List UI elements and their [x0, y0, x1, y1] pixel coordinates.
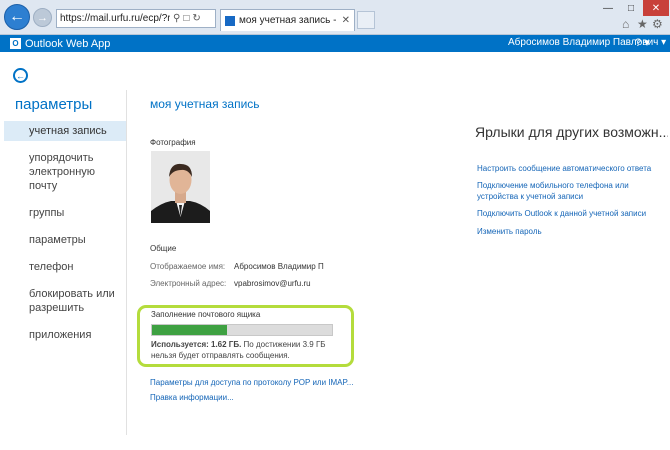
sidebar-divider [126, 90, 127, 435]
sidebar-item-settings[interactable]: параметры [4, 230, 126, 250]
close-tab-icon[interactable]: ✕ [342, 15, 350, 26]
tab-title: моя учетная запись - Outl... [239, 15, 338, 26]
browser-toolbar: ← → https://mail.urfu.ru/ecp/?rfr=owa ⚲ … [0, 0, 670, 35]
minimize-button[interactable]: — [597, 0, 619, 16]
browser-tab[interactable]: моя учетная запись - Outl... ✕ [220, 9, 355, 31]
quota-used: Используется: 1.62 ГБ. [151, 340, 242, 349]
maximize-button[interactable]: □ [620, 0, 642, 16]
sidebar-item-account[interactable]: учетная запись [4, 121, 126, 141]
back-button[interactable]: ← [4, 4, 30, 30]
new-tab-button[interactable] [357, 11, 375, 29]
quota-title: Заполнение почтового ящика [151, 310, 261, 319]
connect-outlook-link[interactable]: Подключить Outlook к данной учетной запи… [477, 208, 662, 219]
app-title: Outlook Web App [25, 37, 111, 50]
back-arrow-icon[interactable]: ← [13, 68, 28, 83]
page-title: моя учетная запись [150, 97, 260, 111]
auto-reply-link[interactable]: Настроить сообщение автоматического отве… [477, 163, 662, 174]
sidebar-item-phone[interactable]: телефон [4, 257, 126, 277]
home-icon[interactable]: ⌂ [622, 17, 629, 31]
user-photo[interactable] [151, 151, 210, 223]
favorites-icon[interactable]: ★ [637, 17, 648, 31]
owa-header: O Outlook Web App Абросимов Владимир Пав… [0, 35, 670, 52]
help-chevron-down-icon[interactable]: ▾ [644, 37, 650, 49]
arrow-right-icon: → [37, 11, 48, 24]
sidebar-item-block-allow[interactable]: блокировать или разрешить [4, 284, 126, 318]
email-value: vpabrosimov@urfu.ru [234, 279, 311, 288]
pop-imap-link[interactable]: Параметры для доступа по протоколу POP и… [150, 378, 353, 387]
arrow-left-icon: ← [9, 8, 25, 25]
photo-label: Фотография [150, 138, 196, 147]
edit-info-link[interactable]: Правка информации... [150, 393, 234, 402]
shortcuts-title: Ярлыки для других возможн... [475, 124, 668, 140]
sidebar-item-apps[interactable]: приложения [4, 325, 126, 345]
change-password-link[interactable]: Изменить пароль [477, 226, 662, 237]
search-icon[interactable]: ⚲ [173, 13, 180, 24]
outlook-favicon [225, 15, 235, 26]
general-label: Общие [150, 244, 177, 253]
help-label[interactable]: ? [635, 37, 641, 49]
address-bar[interactable]: https://mail.urfu.ru/ecp/?rfr=owa ⚲ □ ↻ [56, 9, 216, 28]
close-window-button[interactable]: ✕ [643, 0, 669, 16]
sidebar-title: параметры [15, 96, 93, 113]
email-label: Электронный адрес: [150, 279, 227, 288]
quota-progress-bar [151, 324, 333, 336]
quota-progress-fill [152, 325, 227, 335]
gear-icon[interactable]: ⚙ [652, 17, 663, 31]
connect-phone-link[interactable]: Подключение мобильного телефона или устр… [477, 180, 662, 202]
chevron-down-icon[interactable]: ▾ [661, 37, 666, 48]
forward-button[interactable]: → [33, 8, 52, 27]
sidebar-nav: учетная запись упорядочить электронную п… [4, 121, 126, 352]
outlook-logo-icon: O [10, 38, 21, 49]
refresh-icon[interactable]: ↻ [192, 13, 200, 24]
display-name-value: Абросимов Владимир П [234, 262, 324, 271]
sidebar-item-organize-email[interactable]: упорядочить электронную почту [4, 148, 126, 196]
help-button[interactable]: ? ▾ [635, 36, 650, 49]
display-name-label: Отображаемое имя: [150, 262, 226, 271]
url-text[interactable]: https://mail.urfu.ru/ecp/?rfr=owa [60, 13, 170, 24]
sidebar-item-groups[interactable]: группы [4, 203, 126, 223]
lock-icon[interactable]: □ [183, 13, 189, 24]
quota-description: Используется: 1.62 ГБ. По достижении 3.9… [151, 339, 351, 361]
